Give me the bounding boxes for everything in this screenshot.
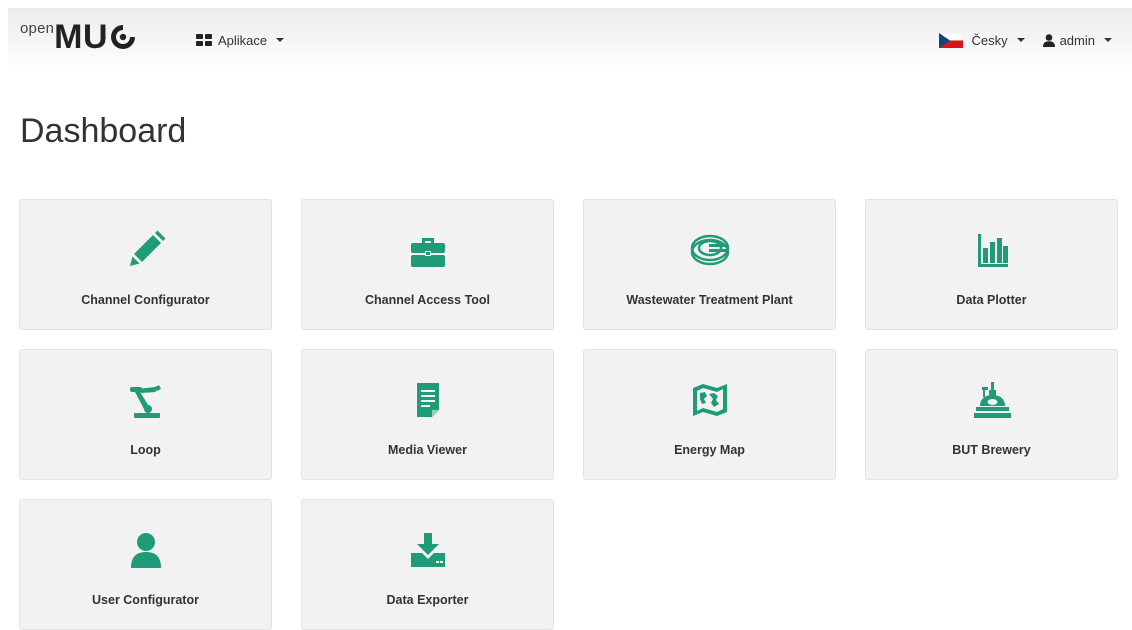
download-icon: [410, 533, 445, 567]
openmuc-logo[interactable]: open MU: [20, 18, 136, 58]
user-icon: [1042, 33, 1055, 47]
app-tile-label: Channel Access Tool: [364, 293, 491, 307]
brewery-icon: [973, 382, 1011, 418]
pencil-icon: [129, 230, 165, 266]
brand-prefix: open: [20, 20, 55, 37]
grid-icon: [196, 34, 212, 46]
language-label: Česky: [971, 32, 1008, 48]
apps-dropdown[interactable]: Aplikace: [196, 30, 285, 50]
robot-arm-icon: [129, 385, 161, 418]
app-tile-channel-access-tool[interactable]: Channel Access Tool: [301, 199, 554, 330]
chevron-down-icon: [276, 38, 285, 42]
page-title: Dashboard: [20, 112, 187, 150]
app-tile-label: Data Plotter: [956, 293, 1027, 307]
navbar: open MU Aplikace Česky admin: [8, 8, 1132, 74]
app-tile-energy-map[interactable]: Energy Map: [583, 349, 836, 480]
app-tile-grid: Channel Configurator Channel Access Tool…: [19, 199, 1119, 630]
app-tile-label: BUT Brewery: [952, 443, 1031, 457]
app-tile-label: Loop: [130, 443, 161, 457]
app-tile-label: Wastewater Treatment Plant: [626, 293, 793, 307]
language-dropdown[interactable]: Česky: [939, 32, 1025, 48]
chevron-down-icon: [1016, 38, 1025, 42]
user-dropdown[interactable]: admin: [1042, 32, 1112, 48]
app-tile-data-exporter[interactable]: Data Exporter: [301, 499, 554, 630]
apps-dropdown-label: Aplikace: [218, 32, 268, 48]
app-tile-label: Energy Map: [674, 443, 745, 457]
app-tile-loop[interactable]: Loop: [19, 349, 272, 480]
app-tile-channel-configurator[interactable]: Channel Configurator: [19, 199, 272, 330]
app-tile-user-configurator[interactable]: User Configurator: [19, 499, 272, 630]
user-label: admin: [1059, 32, 1095, 48]
wastewater-plant-icon: [690, 234, 729, 266]
bar-chart-icon: [977, 234, 1008, 267]
brand-name: MU: [54, 18, 109, 56]
chevron-down-icon: [1104, 38, 1112, 42]
app-tile-label: Media Viewer: [388, 443, 467, 457]
app-tile-but-brewery[interactable]: BUT Brewery: [865, 349, 1118, 480]
app-tile-label: Channel Configurator: [81, 293, 210, 307]
app-tile-media-viewer[interactable]: Media Viewer: [301, 349, 554, 480]
user-icon: [130, 533, 161, 568]
map-icon: [692, 384, 727, 416]
app-tile-data-plotter[interactable]: Data Plotter: [865, 199, 1118, 330]
czech-flag-icon: [939, 32, 964, 48]
navbar-right: Česky admin: [921, 30, 1112, 50]
app-tile-wastewater-treatment-plant[interactable]: Wastewater Treatment Plant: [583, 199, 836, 330]
briefcase-icon: [410, 238, 445, 267]
app-tile-label: Data Exporter: [386, 593, 469, 607]
app-tile-label: User Configurator: [92, 593, 199, 607]
brand-c-logo-icon: [111, 25, 136, 49]
document-icon: [416, 383, 439, 417]
